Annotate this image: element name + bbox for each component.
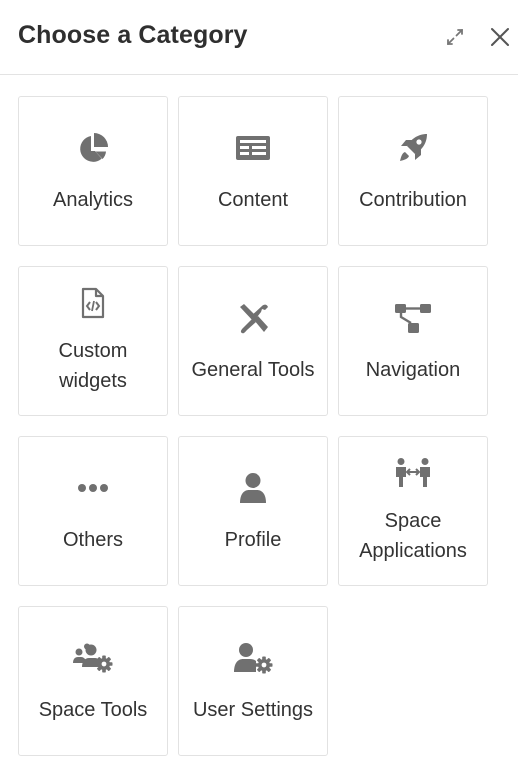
pie-chart-icon (19, 131, 167, 165)
tools-icon (179, 301, 327, 335)
category-label: Contribution (359, 189, 467, 211)
users-exchange-icon (339, 456, 487, 490)
category-space-applications[interactable]: Space Applications (338, 436, 488, 586)
code-file-icon (19, 286, 167, 320)
category-general-tools[interactable]: General Tools (178, 266, 328, 416)
category-label-line: Applications (359, 540, 467, 562)
category-grid: Analytics Content Contribution Custom wi… (18, 96, 488, 756)
category-label-line: Custom (58, 340, 128, 362)
category-custom-widgets[interactable]: Custom widgets (18, 266, 168, 416)
category-label: Content (217, 189, 289, 211)
close-icon (491, 28, 509, 46)
dialog-header: Choose a Category (0, 0, 518, 75)
category-analytics[interactable]: Analytics (18, 96, 168, 246)
rocket-icon (339, 131, 487, 165)
expand-icon (447, 29, 463, 45)
category-others[interactable]: Others (18, 436, 168, 586)
category-label: Analytics (52, 189, 134, 211)
category-label-line: Space (384, 510, 442, 532)
category-label: Space Tools (38, 699, 148, 721)
category-label-line: widgets (59, 370, 127, 392)
user-gear-icon (179, 641, 327, 675)
category-label: Navigation (365, 359, 461, 381)
category-content[interactable]: Content (178, 96, 328, 246)
ellipsis-icon (19, 471, 167, 505)
category-navigation[interactable]: Navigation (338, 266, 488, 416)
category-label: Space Applications (345, 506, 481, 566)
user-icon (179, 471, 327, 505)
category-label: User Settings (192, 699, 314, 721)
category-label: Profile (224, 529, 282, 551)
sitemap-icon (339, 301, 487, 335)
category-label: Custom widgets (25, 336, 161, 396)
users-gear-icon (19, 641, 167, 675)
category-contribution[interactable]: Contribution (338, 96, 488, 246)
category-space-tools[interactable]: Space Tools (18, 606, 168, 756)
newspaper-icon (179, 131, 327, 165)
category-user-settings[interactable]: User Settings (178, 606, 328, 756)
expand-button[interactable] (443, 25, 467, 49)
dialog-title: Choose a Category (18, 21, 248, 49)
close-button[interactable] (488, 25, 512, 49)
category-profile[interactable]: Profile (178, 436, 328, 586)
category-label: General Tools (191, 359, 315, 381)
category-label: Others (62, 529, 124, 551)
